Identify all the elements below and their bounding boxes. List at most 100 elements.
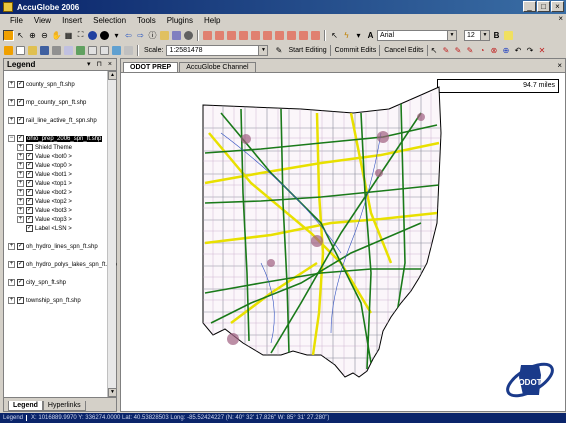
layer-row[interactable]: + ✓ oh_hydro_lines_spn_ft.shp <box>8 243 98 250</box>
table-icon[interactable] <box>87 45 98 56</box>
sublayer-checkbox[interactable]: ✓ <box>26 216 33 223</box>
sublayer-row[interactable]: + ✓ Value <bot1 > <box>17 171 72 178</box>
grid-icon[interactable]: ▦ <box>63 30 74 41</box>
scroll-up-icon[interactable]: ▲ <box>108 71 117 80</box>
scale-select[interactable]: 1:2581478 ▼ <box>166 44 269 56</box>
sublayer-row[interactable]: + ✓ Value <bot2 > <box>17 189 72 196</box>
add-layer-icon[interactable] <box>75 45 86 56</box>
draw-circle-icon[interactable] <box>250 30 261 41</box>
globe-icon[interactable] <box>87 30 98 41</box>
scroll-down-icon[interactable]: ▼ <box>108 388 117 397</box>
sublayer-row[interactable]: + ✓ Value <top2 > <box>17 198 72 205</box>
menu-file[interactable]: File <box>10 16 23 25</box>
sublayer-checkbox[interactable]: ✓ <box>26 180 33 187</box>
menu-view[interactable]: View <box>34 16 51 25</box>
help-circle-icon[interactable] <box>99 30 110 41</box>
sublayer-checkbox[interactable]: ✓ <box>26 207 33 214</box>
minimize-button[interactable]: _ <box>523 1 536 12</box>
draw-polygon-icon[interactable] <box>226 30 237 41</box>
sublayer-checkbox[interactable]: ✓ <box>26 171 33 178</box>
font-color-icon[interactable]: A <box>365 30 376 41</box>
close-button[interactable]: × <box>551 1 564 12</box>
expand-icon[interactable]: + <box>17 216 24 223</box>
select-tool-icon[interactable] <box>3 29 14 41</box>
sublayer-row[interactable]: + Shield Theme <box>17 144 72 151</box>
chart-icon[interactable] <box>99 45 110 56</box>
sublayer-row[interactable]: + ✓ Value <bot0 > <box>17 153 72 160</box>
identify-icon[interactable] <box>3 45 14 56</box>
commit-edits-button[interactable]: Commit Edits <box>332 44 381 56</box>
ohio-map[interactable] <box>121 73 566 412</box>
new-file-icon[interactable] <box>15 45 26 56</box>
pointer-tool-icon[interactable]: ↖ <box>15 30 26 41</box>
split-icon[interactable]: ⊗ <box>489 45 500 56</box>
copy-icon[interactable] <box>63 45 74 56</box>
draw-freehand-icon[interactable] <box>286 30 297 41</box>
expand-icon[interactable]: + <box>8 117 15 124</box>
zoom-in-icon[interactable]: ⊕ <box>27 30 38 41</box>
expand-icon[interactable]: + <box>8 81 15 88</box>
find-icon[interactable] <box>171 30 182 41</box>
layer-row[interactable]: + ✓ oh_hydro_polys_lakes_spn_ft.shp <box>8 261 117 268</box>
zoom-out-icon[interactable]: ⊖ <box>39 30 50 41</box>
draw-line-icon[interactable] <box>214 30 225 41</box>
buffer-icon[interactable] <box>298 30 309 41</box>
map-view[interactable]: ODOT PREP AccuGlobe Channel × 94.7 miles <box>120 58 566 412</box>
print-icon[interactable] <box>51 45 62 56</box>
expand-icon[interactable]: + <box>17 153 24 160</box>
expand-icon[interactable]: + <box>17 171 24 178</box>
layer-row[interactable]: + ✓ city_spn_ft.shp <box>8 279 66 286</box>
sublayer-row[interactable]: + ✓ Value <bot3 > <box>17 207 72 214</box>
sublayer-checkbox[interactable]: ✓ <box>26 198 33 205</box>
save-icon[interactable] <box>39 45 50 56</box>
expand-icon[interactable]: + <box>8 99 15 106</box>
select-graphic-icon[interactable] <box>310 30 321 41</box>
expand-icon[interactable]: + <box>17 180 24 187</box>
layer-checkbox[interactable]: ✓ <box>17 135 24 142</box>
maximize-button[interactable]: □ <box>537 1 550 12</box>
menu-insert[interactable]: Insert <box>62 16 82 25</box>
sublayer-checkbox[interactable]: ✓ <box>26 225 33 232</box>
sublayer-row[interactable]: + ✓ Value <top0 > <box>17 162 72 169</box>
collapse-icon[interactable]: − <box>8 135 15 142</box>
lightning-icon[interactable]: ϟ <box>341 30 352 41</box>
redo-icon[interactable]: ↷ <box>525 45 536 56</box>
layer-checkbox[interactable]: ✓ <box>17 99 24 106</box>
start-editing-button[interactable]: Start Editing <box>285 44 331 56</box>
layer-row[interactable]: + ✓ rail_line_active_ft_spn.shp <box>8 117 97 124</box>
delete-vertex-icon[interactable]: ✎ <box>465 45 476 56</box>
draw-rect-icon[interactable] <box>238 30 249 41</box>
document-close-icon[interactable]: × <box>558 14 563 23</box>
layer-row[interactable]: + ✓ mp_county_spn_ft.shp <box>8 99 86 106</box>
image-icon[interactable] <box>111 45 122 56</box>
expand-icon[interactable]: + <box>8 297 15 304</box>
expand-icon[interactable]: + <box>17 189 24 196</box>
sublayer-row[interactable]: + ✓ Value <top3 > <box>17 216 72 223</box>
tab-hyperlinks[interactable]: Hyperlinks <box>42 401 86 411</box>
font-size-select[interactable]: 12 ▼ <box>464 29 490 41</box>
draw-point-icon[interactable] <box>202 30 213 41</box>
sublayer-row[interactable]: ✓ Label <LSN > <box>26 225 72 232</box>
back-arrow-icon[interactable]: ⇦ <box>123 30 134 41</box>
full-extent-icon[interactable]: ⛶ <box>75 30 86 41</box>
dropdown-arrow-icon[interactable]: ▾ <box>353 30 364 41</box>
layer-checkbox[interactable]: ✓ <box>17 279 24 286</box>
layer-checkbox[interactable]: ✓ <box>17 261 24 268</box>
layer-row-selected[interactable]: − ✓ ohio_prep_2006_spn_ft.shp <box>8 135 103 142</box>
menu-plugins[interactable]: Plugins <box>167 16 193 25</box>
layer-row[interactable]: + ✓ county_spn_ft.shp <box>8 81 75 88</box>
edit-pencil-icon[interactable]: ✎ <box>273 45 284 56</box>
font-name-select[interactable]: Arial ▼ <box>377 29 457 41</box>
draw-arrow-icon[interactable] <box>274 30 285 41</box>
sublayer-checkbox[interactable] <box>26 144 33 151</box>
layout-icon[interactable] <box>123 45 134 56</box>
tab-accuglobe-channel[interactable]: AccuGlobe Channel <box>179 62 256 72</box>
layer-checkbox[interactable]: ✓ <box>17 297 24 304</box>
vertex-icon[interactable]: ✎ <box>441 45 452 56</box>
bold-icon[interactable]: B <box>491 30 502 41</box>
info-icon[interactable]: ⓘ <box>147 30 158 41</box>
expand-icon[interactable]: + <box>8 279 15 286</box>
sublayer-checkbox[interactable]: ✓ <box>26 153 33 160</box>
expand-icon[interactable]: + <box>8 261 15 268</box>
expand-icon[interactable]: + <box>17 144 24 151</box>
